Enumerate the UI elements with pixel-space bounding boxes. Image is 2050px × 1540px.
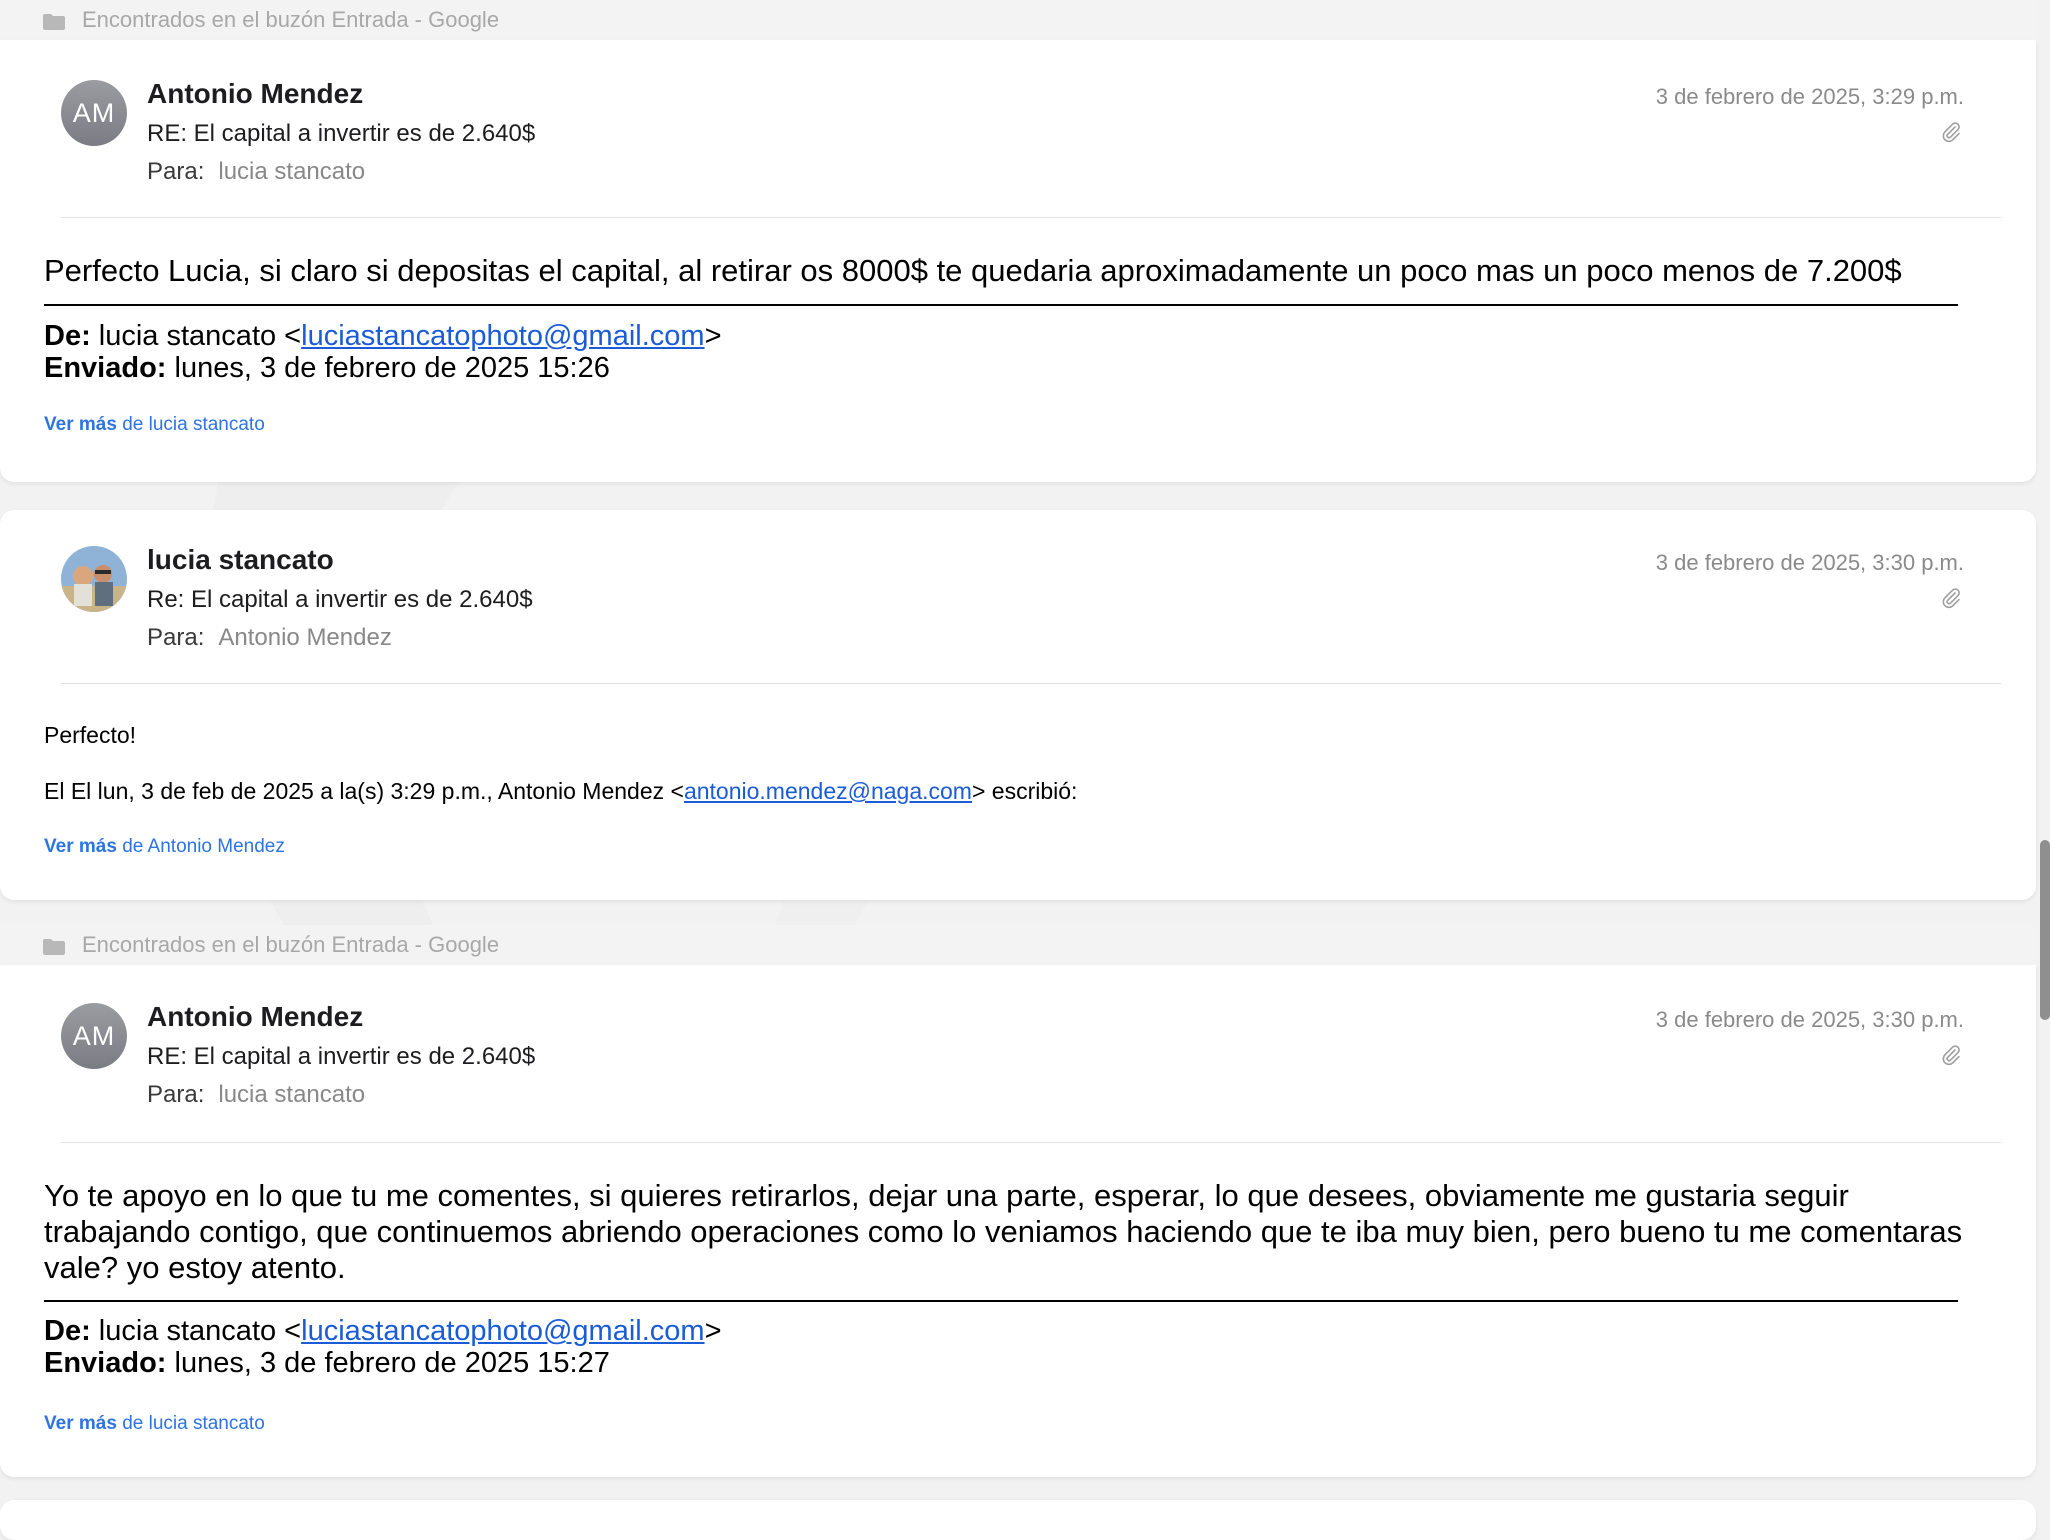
ver-mas-bold: Ver más	[44, 414, 117, 435]
paperclip-icon[interactable]	[1940, 121, 1962, 143]
message-body: Perfecto Lucia, si claro si depositas el…	[44, 253, 1902, 288]
folder-label-bar: Encontrados en el buzón Entrada - Google	[0, 925, 2036, 965]
quoted-from-close: >	[704, 1315, 722, 1347]
message-card[interactable]: AM Antonio Mendez RE: El capital a inver…	[0, 40, 2036, 482]
ver-mas-rest: de Antonio Mendez	[122, 836, 285, 857]
ver-mas-bold: Ver más	[44, 1413, 117, 1434]
folder-label: Encontrados en el buzón Entrada - Google	[82, 7, 500, 32]
avatar	[61, 546, 127, 612]
ver-mas-bold: Ver más	[44, 836, 117, 857]
quoted-sent-date: lunes, 3 de febrero de 2025 15:26	[174, 352, 610, 384]
ver-mas-link[interactable]: Ver más de lucia stancato	[44, 1413, 265, 1435]
recipient-name[interactable]: Antonio Mendez	[218, 624, 391, 651]
quoted-from-name: lucia stancato <	[98, 320, 302, 352]
sender-name[interactable]: lucia stancato	[147, 544, 334, 576]
to-label: Para:	[147, 624, 205, 651]
avatar: AM	[61, 80, 127, 146]
message-date: 3 de febrero de 2025, 3:30 p.m.	[1655, 550, 1964, 575]
sender-name[interactable]: Antonio Mendez	[147, 78, 363, 110]
message-body: Perfecto!	[44, 722, 137, 748]
ver-mas-rest: de lucia stancato	[122, 1413, 265, 1434]
quoted-sent-date: lunes, 3 de febrero de 2025 15:27	[174, 1347, 610, 1379]
quoted-from-email-link[interactable]: luciastancatophoto@gmail.com	[301, 1315, 704, 1347]
recipient-line: Para: lucia stancato	[147, 158, 365, 186]
to-label: Para:	[147, 158, 205, 185]
message-card[interactable]: lucia stancato Re: El capital a invertir…	[0, 510, 2036, 900]
recipient-line: Para: Antonio Mendez	[147, 624, 392, 652]
folder-label: Encontrados en el buzón Entrada - Google	[82, 932, 500, 957]
quote-outro: > escribió:	[971, 778, 1078, 804]
paperclip-icon[interactable]	[1940, 587, 1962, 609]
subject: RE: El capital a invertir es de 2.640$	[147, 1043, 536, 1070]
recipient-name[interactable]: lucia stancato	[218, 1081, 365, 1108]
message-body: Yo te apoyo en lo que tu me comentes, si…	[44, 1178, 1963, 1285]
message-date: 3 de febrero de 2025, 3:29 p.m.	[1655, 84, 1964, 109]
quoted-from-line: De: lucia stancato <luciastancatophoto@g…	[44, 320, 722, 352]
quoted-sent-line: Enviado: lunes, 3 de febrero de 2025 15:…	[44, 1347, 610, 1379]
user-photo-icon	[61, 546, 127, 612]
to-label: Para:	[147, 1081, 205, 1108]
paperclip-icon[interactable]	[1940, 1044, 1962, 1066]
message-card-next[interactable]	[0, 1500, 2036, 1540]
quote-email-link[interactable]: antonio.mendez@naga.com	[684, 778, 972, 804]
folder-icon	[42, 936, 66, 955]
quoted-from-email-link[interactable]: luciastancatophoto@gmail.com	[301, 320, 704, 352]
header-separator	[61, 217, 2001, 218]
quoted-from-label: De:	[44, 320, 91, 352]
message-date: 3 de febrero de 2025, 3:30 p.m.	[1655, 1007, 1964, 1032]
ver-mas-link[interactable]: Ver más de lucia stancato	[44, 414, 265, 436]
vertical-scrollbar[interactable]	[2040, 840, 2050, 1020]
quoted-sent-label: Enviado:	[44, 352, 167, 384]
quote-attribution: El El lun, 3 de feb de 2025 a la(s) 3:29…	[44, 778, 1077, 805]
header-separator	[61, 1142, 2001, 1143]
quote-divider	[44, 1300, 1958, 1302]
avatar: AM	[61, 1003, 127, 1069]
subject: RE: El capital a invertir es de 2.640$	[147, 120, 536, 147]
quote-intro: El El lun, 3 de feb de 2025 a la(s) 3:29…	[44, 778, 684, 804]
folder-label-bar: Encontrados en el buzón Entrada - Google	[0, 0, 2036, 40]
recipient-name[interactable]: lucia stancato	[218, 158, 365, 185]
sender-name[interactable]: Antonio Mendez	[147, 1001, 363, 1033]
quoted-from-label: De:	[44, 1315, 91, 1347]
subject: Re: El capital a invertir es de 2.640$	[147, 586, 533, 613]
quoted-from-line: De: lucia stancato <luciastancatophoto@g…	[44, 1315, 722, 1347]
ver-mas-rest: de lucia stancato	[122, 414, 265, 435]
quoted-from-name: lucia stancato <	[98, 1315, 302, 1347]
quoted-sent-line: Enviado: lunes, 3 de febrero de 2025 15:…	[44, 352, 610, 384]
ver-mas-link[interactable]: Ver más de Antonio Mendez	[44, 836, 285, 858]
quoted-sent-label: Enviado:	[44, 1347, 167, 1379]
header-separator	[61, 683, 2001, 684]
message-card[interactable]: AM Antonio Mendez RE: El capital a inver…	[0, 965, 2036, 1477]
recipient-line: Para: lucia stancato	[147, 1081, 365, 1109]
folder-icon	[42, 11, 66, 30]
quote-divider	[44, 304, 1958, 306]
quoted-from-close: >	[704, 320, 722, 352]
